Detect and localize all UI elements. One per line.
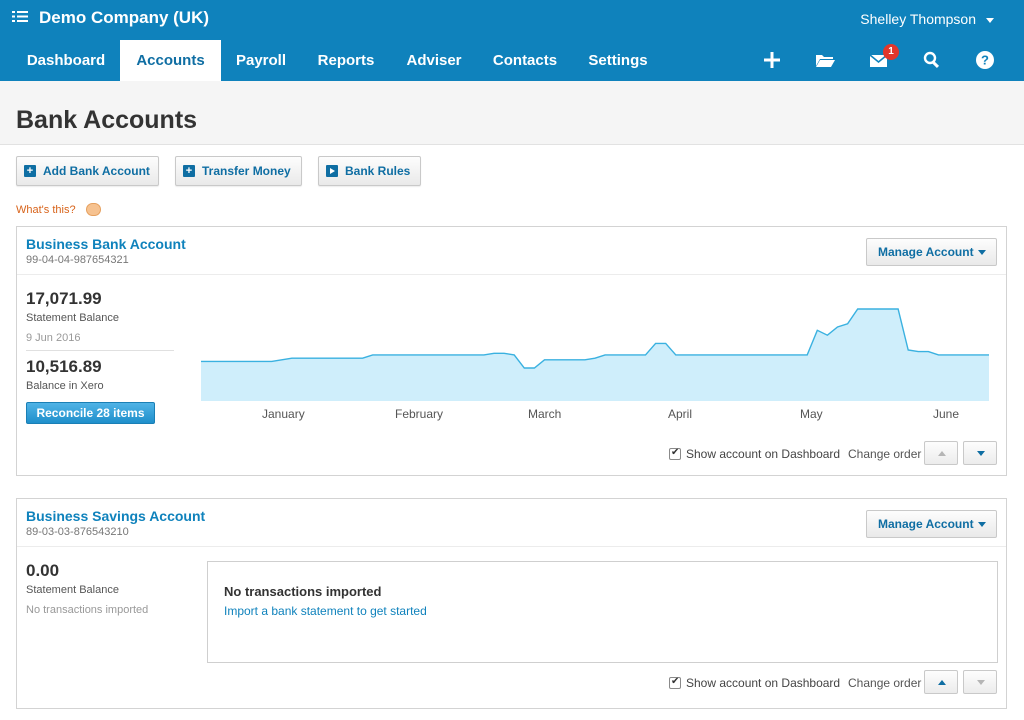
tab-payroll[interactable]: Payroll bbox=[221, 40, 301, 81]
account-panel-header: Business Bank Account 99-04-04-987654321… bbox=[17, 227, 1006, 275]
no-transactions-box: No transactions imported Import a bank s… bbox=[207, 561, 998, 663]
folder-icon[interactable] bbox=[814, 50, 836, 70]
page-header: Bank Accounts bbox=[0, 81, 1024, 145]
tab-reports[interactable]: Reports bbox=[301, 40, 391, 81]
plus-icon[interactable] bbox=[762, 50, 784, 70]
add-bank-account-label: Add Bank Account bbox=[43, 164, 150, 178]
play-icon bbox=[326, 165, 338, 177]
plus-icon: + bbox=[183, 165, 195, 177]
page-title: Bank Accounts bbox=[16, 106, 198, 134]
account-number: 99-04-04-987654321 bbox=[26, 254, 129, 266]
show-on-dashboard-checkbox[interactable] bbox=[669, 676, 681, 689]
month-label: June bbox=[933, 407, 960, 421]
notification-badge: 1 bbox=[883, 44, 899, 60]
whats-this-link[interactable]: What's this? bbox=[16, 204, 76, 216]
chevron-down-icon bbox=[977, 451, 985, 456]
account-panel-header: Business Savings Account 89-03-03-876543… bbox=[17, 499, 1006, 547]
bank-rules-label: Bank Rules bbox=[345, 164, 411, 178]
main-nav: Dashboard Accounts Payroll Reports Advis… bbox=[0, 38, 1024, 81]
tab-adviser[interactable]: Adviser bbox=[391, 40, 477, 81]
top-bar: Demo Company (UK) Shelley Thompson bbox=[0, 0, 1024, 38]
statement-balance-value: 17,071.99 bbox=[26, 289, 102, 308]
month-label: April bbox=[668, 407, 693, 421]
no-transactions-title: No transactions imported bbox=[224, 584, 382, 599]
statement-balance-label: Statement Balance bbox=[26, 584, 119, 596]
bank-rules-button[interactable]: Bank Rules bbox=[318, 156, 421, 186]
month-label: May bbox=[800, 407, 823, 421]
move-up-button[interactable] bbox=[924, 441, 958, 465]
help-icon[interactable]: ? bbox=[975, 50, 997, 70]
plus-icon: + bbox=[24, 165, 36, 177]
account-number: 89-03-03-876543210 bbox=[26, 526, 129, 538]
transfer-money-label: Transfer Money bbox=[202, 164, 291, 178]
chevron-up-icon bbox=[938, 680, 946, 685]
xero-balance-label: Balance in Xero bbox=[26, 380, 104, 392]
manage-account-button[interactable]: Manage Account bbox=[866, 510, 997, 538]
tab-dashboard[interactable]: Dashboard bbox=[12, 40, 120, 81]
move-down-button[interactable] bbox=[963, 441, 997, 465]
chevron-down-icon bbox=[977, 680, 985, 685]
org-switcher[interactable]: Demo Company (UK) bbox=[12, 8, 209, 28]
divider bbox=[26, 350, 174, 351]
search-icon[interactable] bbox=[922, 50, 944, 70]
chevron-up-icon bbox=[938, 451, 946, 456]
tab-contacts[interactable]: Contacts bbox=[477, 40, 573, 81]
no-transactions-note: No transactions imported bbox=[26, 604, 149, 616]
account-name-link[interactable]: Business Savings Account bbox=[26, 508, 205, 524]
move-down-button[interactable] bbox=[963, 670, 997, 694]
chart-area-fill bbox=[201, 309, 989, 401]
tab-accounts[interactable]: Accounts bbox=[120, 40, 221, 81]
chevron-down-icon[interactable] bbox=[986, 18, 994, 23]
balance-chart bbox=[201, 308, 989, 401]
svg-text:?: ? bbox=[981, 53, 989, 68]
month-label: March bbox=[528, 407, 562, 421]
menu-icon[interactable] bbox=[12, 8, 28, 28]
manage-account-button[interactable]: Manage Account bbox=[866, 238, 997, 266]
tab-settings[interactable]: Settings bbox=[573, 40, 663, 81]
statement-balance-label: Statement Balance bbox=[26, 312, 119, 324]
import-statement-link[interactable]: Import a bank statement to get started bbox=[224, 604, 427, 618]
speech-bubble-icon[interactable] bbox=[86, 203, 101, 216]
account-panel-business-bank: Business Bank Account 99-04-04-987654321… bbox=[16, 226, 1007, 476]
account-panel-business-savings: Business Savings Account 89-03-03-876543… bbox=[16, 498, 1007, 709]
user-menu[interactable]: Shelley Thompson bbox=[860, 11, 976, 27]
change-order-label: Change order bbox=[848, 447, 922, 461]
month-label: January bbox=[262, 407, 305, 421]
add-bank-account-button[interactable]: + Add Bank Account bbox=[16, 156, 159, 186]
statement-date: 9 Jun 2016 bbox=[26, 332, 81, 344]
xero-balance-value: 10,516.89 bbox=[26, 357, 102, 376]
month-label: February bbox=[395, 407, 444, 421]
show-on-dashboard-checkbox[interactable] bbox=[669, 447, 681, 460]
change-order-label: Change order bbox=[848, 676, 922, 690]
show-on-dashboard-label: Show account on Dashboard bbox=[686, 447, 841, 461]
org-name: Demo Company (UK) bbox=[39, 8, 210, 27]
reconcile-button[interactable]: Reconcile 28 items bbox=[26, 402, 155, 424]
move-up-button[interactable] bbox=[924, 670, 958, 694]
transfer-money-button[interactable]: + Transfer Money bbox=[175, 156, 302, 186]
statement-balance-value: 0.00 bbox=[26, 561, 60, 580]
account-name-link[interactable]: Business Bank Account bbox=[26, 236, 186, 252]
show-on-dashboard-label: Show account on Dashboard bbox=[686, 676, 841, 690]
